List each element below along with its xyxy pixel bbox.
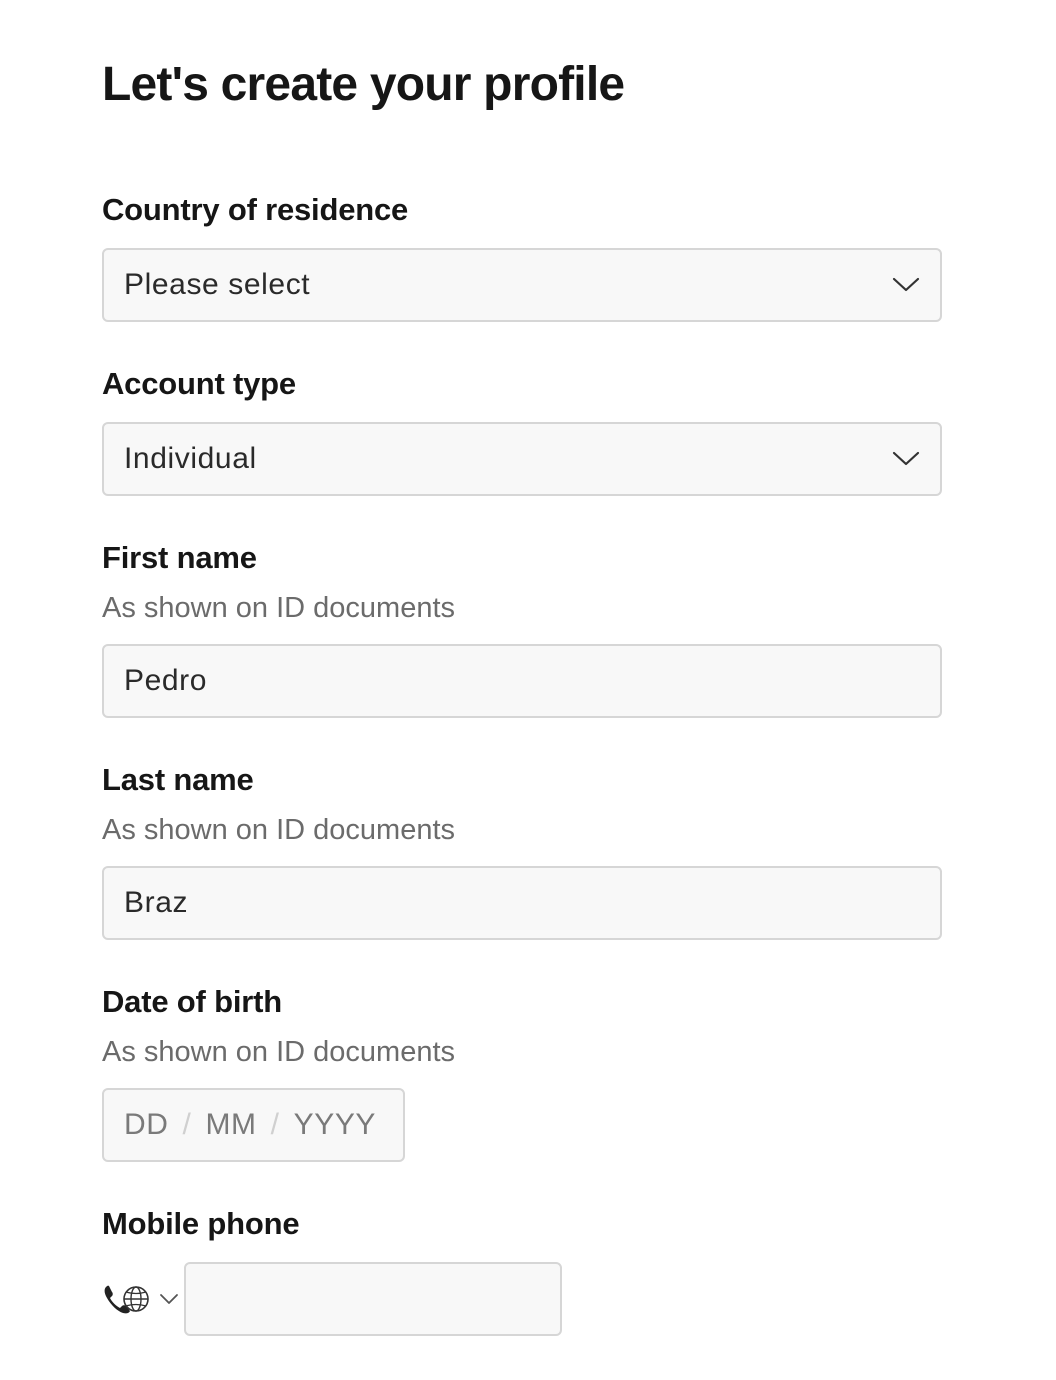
first-name-label: First name (102, 540, 257, 575)
first-name-field[interactable]: Pedro (102, 644, 942, 718)
chevron-down-icon (892, 451, 920, 466)
account-type-select-value: Individual (124, 442, 257, 475)
last-name-hint: As shown on ID documents (102, 814, 456, 846)
dob-label: Date of birth (102, 984, 282, 1019)
dob-month-input[interactable]: MM (205, 1108, 256, 1142)
first-name-value: Pedro (124, 664, 208, 697)
country-label: Country of residence (102, 192, 409, 227)
last-name-field[interactable]: Braz (102, 866, 942, 940)
page-title: Let's create your profile (102, 58, 625, 111)
mobile-phone-label: Mobile phone (102, 1206, 300, 1241)
mobile-phone-input[interactable] (184, 1262, 562, 1336)
chevron-down-icon (892, 277, 920, 292)
phone-country-code-select[interactable] (102, 1262, 184, 1336)
dob-hint: As shown on ID documents (102, 1036, 456, 1068)
country-select-value: Please select (124, 268, 311, 301)
mobile-phone-row (102, 1262, 562, 1336)
dob-day-input[interactable]: DD (124, 1108, 169, 1142)
dob-separator: / (182, 1108, 192, 1141)
first-name-hint: As shown on ID documents (102, 592, 456, 624)
phone-globe-icon (104, 1285, 149, 1314)
dob-separator: / (270, 1108, 280, 1141)
account-type-label: Account type (102, 366, 296, 401)
chevron-down-icon (160, 1294, 178, 1304)
date-of-birth-field[interactable]: DD / MM / YYYY (102, 1088, 405, 1162)
account-type-select[interactable]: Individual (102, 422, 942, 496)
country-select[interactable]: Please select (102, 248, 942, 322)
dob-year-input[interactable]: YYYY (294, 1108, 376, 1142)
last-name-value: Braz (124, 886, 189, 919)
last-name-label: Last name (102, 762, 254, 797)
